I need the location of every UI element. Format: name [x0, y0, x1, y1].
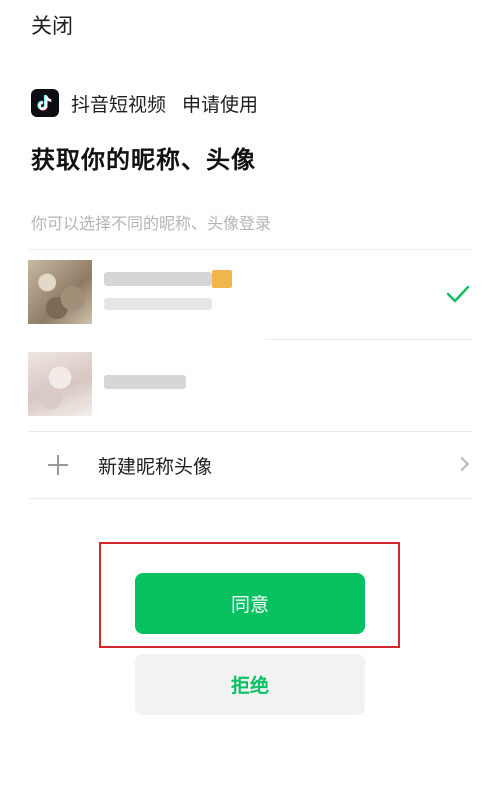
account-option-2[interactable]: [0, 340, 500, 430]
avatar: [28, 352, 92, 416]
account-option-1[interactable]: [0, 250, 500, 338]
avatar: [28, 260, 92, 324]
divider: [28, 498, 472, 499]
app-info: 抖音短视频 申请使用: [31, 88, 258, 118]
reject-button[interactable]: 拒绝: [135, 654, 365, 715]
blurred-nickname: [104, 375, 186, 389]
badge-icon: [212, 270, 232, 288]
page-title: 获取你的昵称、头像: [31, 146, 256, 174]
agree-button[interactable]: 同意: [135, 573, 365, 634]
app-name: 抖音短视频: [71, 93, 167, 116]
plus-icon: [48, 455, 68, 475]
chevron-right-icon: [454, 456, 470, 472]
blurred-subtext: [104, 298, 212, 310]
new-profile-label: 新建昵称头像: [98, 456, 213, 478]
page-subtitle: 你可以选择不同的昵称、头像登录: [31, 214, 272, 233]
checkmark-icon: [446, 285, 470, 303]
new-profile-button[interactable]: 新建昵称头像: [0, 432, 500, 498]
app-request-text: 申请使用: [182, 93, 259, 116]
tiktok-logo-icon: [31, 89, 59, 117]
close-button[interactable]: 关闭: [31, 10, 73, 40]
blurred-nickname: [104, 272, 212, 286]
